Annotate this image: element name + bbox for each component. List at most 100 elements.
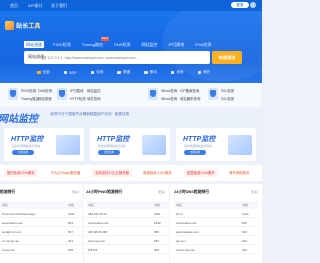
- tool-link[interactable]: IP归属地: [70, 88, 83, 93]
- tool-link[interactable]: DNS检测: [38, 88, 52, 93]
- table-row[interactable]: www.taobao.com 643: [174, 227, 258, 236]
- checkbox[interactable]: [63, 70, 68, 75]
- option-unicom[interactable]: 联通: [117, 70, 130, 75]
- tool-link[interactable]: SSL检测: [221, 88, 234, 93]
- row-count: 1842: [154, 221, 161, 225]
- login-button[interactable]: 登录: [231, 2, 249, 8]
- try-button[interactable]: 立即试用: [184, 150, 206, 155]
- ranking-lists: 检测排行 更多> 域名 次数 tb.jd.com/orderlistmanag.…: [0, 184, 262, 263]
- tab-label: DNS检测: [113, 42, 131, 47]
- table-row[interactable]: weixin.qq.com 221: [174, 245, 258, 254]
- table-row[interactable]: www.baidu.com 1842: [86, 218, 170, 227]
- tab-monitor[interactable]: 网站监控: [139, 41, 159, 48]
- row-count: 567: [68, 230, 74, 234]
- checkbox[interactable]: [170, 70, 175, 75]
- ad-link[interactable]: 欧盟免费CDN服务: [184, 169, 218, 177]
- promo-card[interactable]: HTTP监控 实时检测网站运行状态 立即试用: [176, 128, 256, 161]
- option-other[interactable]: 其他: [170, 70, 184, 75]
- panel-title: 24小时DNS检测排行: [174, 190, 210, 194]
- option-all[interactable]: 全部: [37, 70, 50, 75]
- tool-link[interactable]: 域名查询: [87, 96, 101, 101]
- row-count: 532: [154, 239, 160, 243]
- tool-link[interactable]: PING检测: [21, 88, 36, 93]
- checkbox[interactable]: [37, 70, 41, 75]
- row-domain: oa.jlgb.com.cn: [2, 230, 22, 234]
- table-row[interactable]: oa.jlgb.com.cn 567: [0, 227, 84, 236]
- ad-link[interactable]: 香港精品 CDN服务: [140, 169, 175, 177]
- checkbox[interactable]: [90, 70, 95, 75]
- row-domain: 218.98.33.206: [88, 230, 108, 234]
- tool-link[interactable]: ICP备案查询: [180, 88, 199, 93]
- tool-link[interactable]: HTTP检测: [70, 96, 86, 101]
- tool-link[interactable]: 域名解析查询: [180, 96, 200, 101]
- card-subtitle: 实时检测网站运行状态: [184, 144, 212, 148]
- row-domain: tb.cn: [176, 212, 183, 216]
- tab-ip-location[interactable]: IP归属地: [166, 41, 186, 48]
- checkbox[interactable]: [197, 70, 202, 75]
- try-button[interactable]: 立即试用: [12, 150, 34, 155]
- table-row[interactable]: tb.jd.com/orderlistmanag... 1191: [0, 209, 84, 218]
- table-row[interactable]: www.baidu.com 843: [0, 218, 84, 227]
- promo-card[interactable]: HTTP监控 实时检测网站运行状态 立即试用: [4, 128, 84, 161]
- row-domain: 8.8.8.8: [88, 248, 98, 252]
- logo-icon: [5, 20, 14, 30]
- option-label: 联通: [122, 70, 131, 74]
- option-mobile[interactable]: 移动: [144, 70, 157, 75]
- site-logo[interactable]: 站长 工具: [5, 18, 40, 32]
- table-row[interactable]: qq.com 412: [174, 236, 258, 245]
- table-row[interactable]: 180.101.49.11 2331: [86, 209, 170, 218]
- column-header: 域名: [88, 203, 95, 207]
- option-telecom[interactable]: 电信: [90, 70, 103, 75]
- tab-ipv6[interactable]: IPv6检测: [193, 41, 213, 48]
- nav-link-about[interactable]: 关于我们: [51, 3, 67, 9]
- checkbox[interactable]: [117, 70, 121, 75]
- tool-link[interactable]: 网站测速: [38, 96, 52, 101]
- tab-tracing[interactable]: Tracing路由 NEW: [80, 37, 109, 48]
- user-icon[interactable]: [250, 2, 256, 8]
- promo-title: 网站监控: [0, 114, 38, 125]
- table-header: 域名 次数: [0, 201, 84, 209]
- tool-link[interactable]: Tracing路由: [21, 96, 39, 101]
- tool-link[interactable]: Whois查询: [161, 88, 177, 93]
- more-link[interactable]: 更多>: [158, 190, 166, 194]
- table-row[interactable]: tb.cn 1120: [174, 209, 258, 218]
- table-row[interactable]: 218.98.33.206 986: [86, 227, 170, 236]
- search-input[interactable]: [42, 53, 202, 62]
- more-link[interactable]: 更多>: [72, 190, 80, 194]
- more-link[interactable]: 更多>: [251, 190, 259, 194]
- logo-text: 站长: [16, 23, 29, 30]
- ad-link[interactable]: 全新高性价比云服务器: [92, 169, 132, 177]
- tool-link[interactable]: Whois查询: [161, 96, 177, 101]
- table-row[interactable]: fn.qq.com 188: [0, 245, 84, 254]
- logo-text-accent: 工具: [28, 23, 41, 30]
- tool-link[interactable]: 网站监控: [87, 88, 101, 93]
- try-button[interactable]: 立即试用: [98, 150, 120, 155]
- ad-link[interactable]: 海外网络服务: [226, 169, 252, 177]
- card-subtitle: 实时检测网站运行状态: [98, 144, 126, 148]
- row-domain: weixin.qq.com: [176, 248, 196, 252]
- tab-dns[interactable]: DNS检测: [112, 41, 132, 48]
- table-row[interactable]: www.qq.com 532: [86, 236, 170, 245]
- nav-link-api[interactable]: API接口: [28, 3, 42, 9]
- table-row[interactable]: www.baidu.com 876: [174, 218, 258, 227]
- checkbox[interactable]: [144, 70, 148, 75]
- nav-link-home[interactable]: 首页: [10, 3, 18, 9]
- tab-ping[interactable]: PING检测: [51, 41, 73, 48]
- table-row[interactable]: 8.8.8.8 305: [86, 245, 170, 254]
- ad-link[interactable]: 华为云Stage服务器: [48, 169, 83, 177]
- option-bgp[interactable]: BGP: [63, 70, 77, 75]
- row-count: 2331: [154, 212, 161, 216]
- tool-link[interactable]: SSL检测: [221, 96, 234, 101]
- column-header: 域名: [176, 203, 183, 207]
- new-badge: NEW: [100, 37, 109, 41]
- tab-speed-test[interactable]: 网站测速: [24, 41, 44, 48]
- promo-card[interactable]: HTTP监控 实时检测网站运行状态 立即试用: [90, 128, 170, 161]
- column-header: 次数: [242, 203, 249, 207]
- tool-directory: PING检测 DNS检测 Tracing路由 网站测速 IP归属地 网站监控 H…: [0, 83, 262, 107]
- option-overseas[interactable]: 海外: [197, 70, 210, 75]
- panel-title: 检测排行: [0, 190, 16, 194]
- quick-test-button[interactable]: 快速测试: [212, 51, 242, 64]
- table-row[interactable]: cs.mmcg.net 321: [0, 236, 84, 245]
- ad-link[interactable]: 国内免费CDN服务: [4, 169, 38, 177]
- tab-label: IP归属地: [168, 42, 185, 47]
